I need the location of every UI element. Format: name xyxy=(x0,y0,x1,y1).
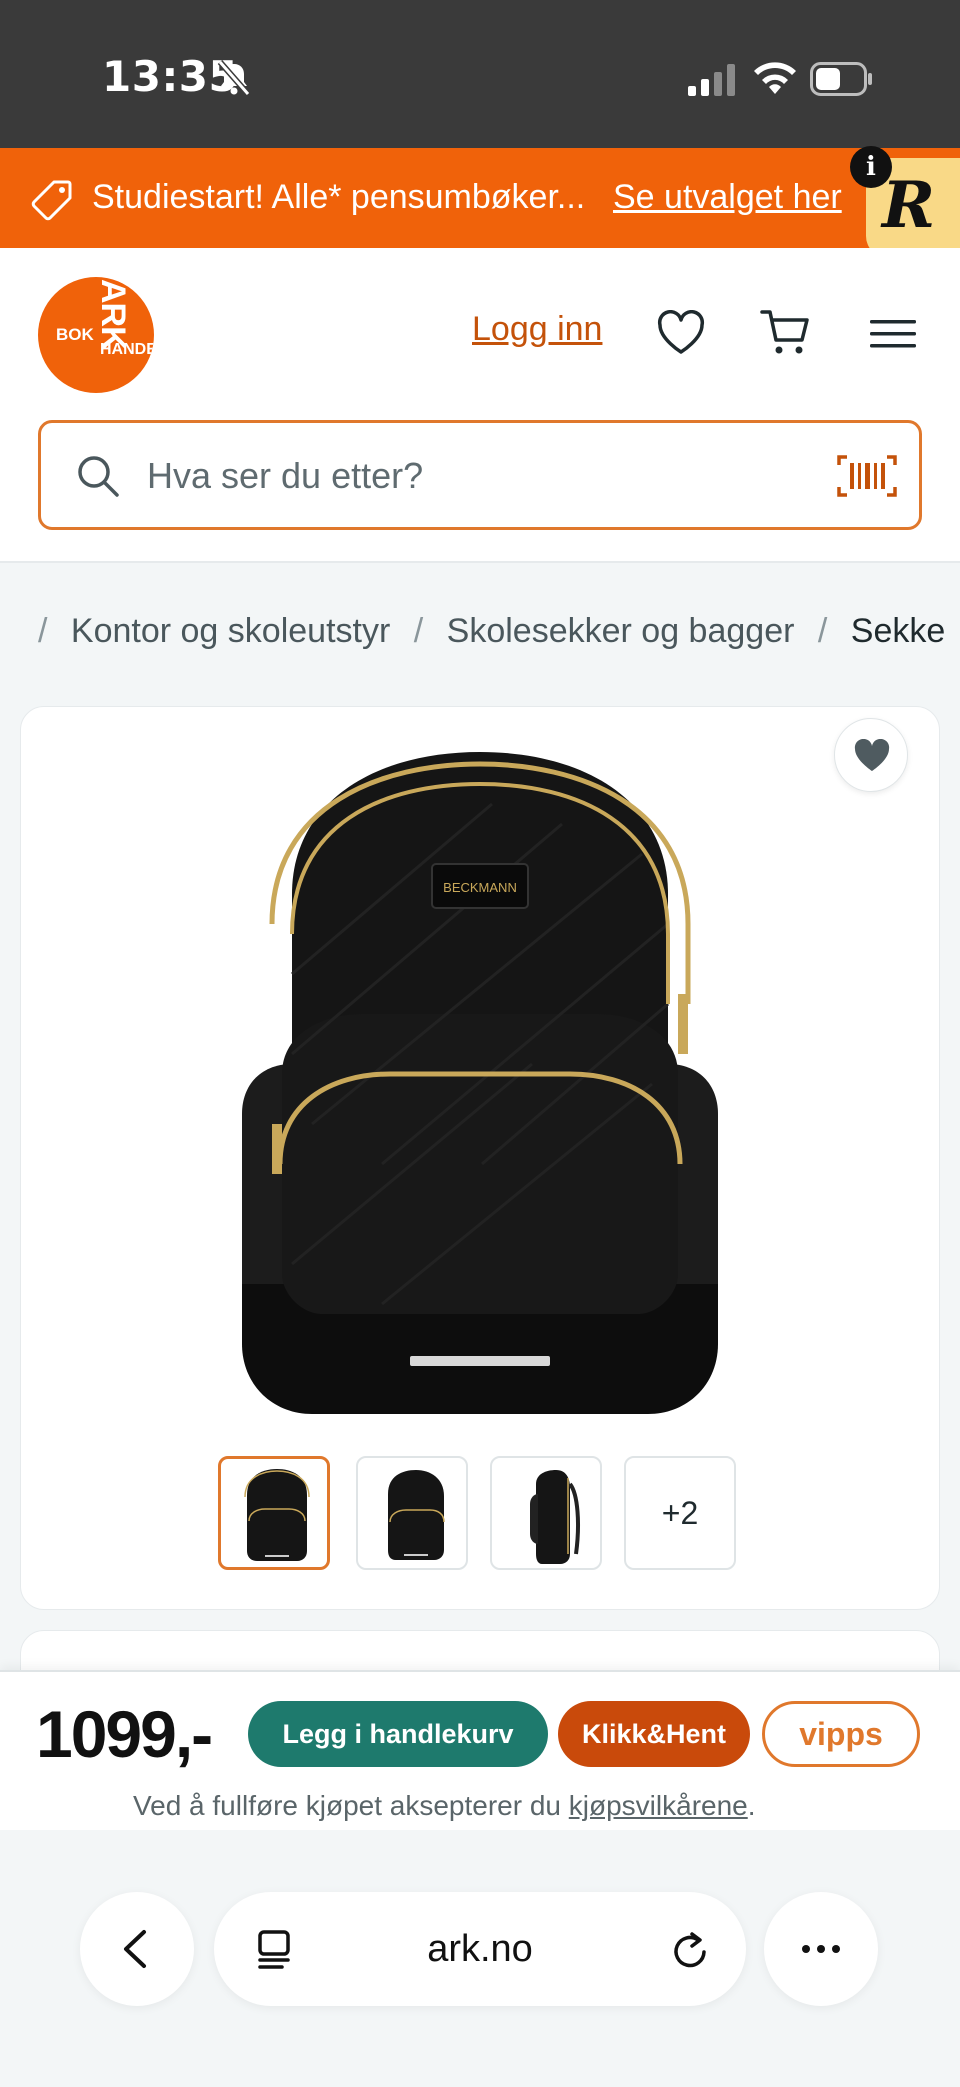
terms-prefix: Ved å fullføre kjøpet aksepterer du xyxy=(133,1790,569,1821)
r-badge-letter: R xyxy=(882,168,936,243)
breadcrumb-item-bags[interactable]: Skolesekker og bagger xyxy=(447,612,795,650)
info-badge[interactable]: i xyxy=(850,146,892,188)
thumbnail-backpack-angle xyxy=(388,1470,445,1560)
thumbnail-side[interactable] xyxy=(490,1456,602,1570)
thumbnail-angle[interactable] xyxy=(356,1456,468,1570)
thumbnail-more[interactable]: +2 xyxy=(624,1456,736,1570)
address-bar[interactable]: ark.no xyxy=(214,1892,746,2006)
promo-banner: Studiestart! Alle* pensumbøker... Se utv… xyxy=(0,148,960,248)
thumbnail-front[interactable] xyxy=(218,1456,330,1570)
breadcrumb-separator: / xyxy=(413,612,424,650)
back-button[interactable] xyxy=(80,1892,194,2006)
status-bar: 13:35 xyxy=(0,0,960,148)
terms-link[interactable]: kjøpsvilkårene xyxy=(569,1790,748,1821)
wifi-icon xyxy=(754,62,796,94)
promo-text: Studiestart! Alle* pensumbøker... xyxy=(92,178,586,216)
favorite-button[interactable] xyxy=(834,718,908,792)
bell-off-icon xyxy=(217,60,251,96)
vipps-button[interactable]: vipps xyxy=(762,1701,920,1767)
terms-suffix: . xyxy=(747,1790,756,1821)
breadcrumb-item-office[interactable]: Kontor og skoleutstyr xyxy=(71,612,390,650)
reload-icon[interactable] xyxy=(668,1928,712,1972)
barcode-icon[interactable] xyxy=(837,453,897,499)
url-text: ark.no xyxy=(427,1928,533,1970)
thumbnail-backpack-side xyxy=(530,1470,580,1564)
brand-label: BECKMANN xyxy=(443,880,517,895)
cart-icon[interactable] xyxy=(760,308,812,358)
logo-text: ARK xyxy=(94,279,132,350)
battery-icon xyxy=(810,62,872,96)
click-and-collect-button[interactable]: Klikk&Hent xyxy=(558,1701,750,1767)
tag-icon xyxy=(31,180,72,221)
back-icon xyxy=(124,1930,146,1968)
heart-icon[interactable] xyxy=(656,310,706,356)
ark-logo[interactable]: ARK BOK HANDEL xyxy=(38,277,154,393)
heart-filled-icon xyxy=(854,739,890,771)
breadcrumb-separator: / xyxy=(817,612,828,650)
breadcrumb-item-backpacks[interactable]: Sekke xyxy=(851,612,946,650)
login-link[interactable]: Logg inn xyxy=(472,310,602,349)
product-image-backpack[interactable]: BECKMANN xyxy=(232,744,728,1420)
promo-link[interactable]: Se utvalget her xyxy=(613,178,842,217)
more-button[interactable] xyxy=(764,1892,878,2006)
search-input[interactable]: Hva ser du etter? xyxy=(147,455,423,497)
price: 1099,- xyxy=(36,1697,213,1771)
menu-icon[interactable] xyxy=(868,316,918,352)
more-icon xyxy=(802,1945,840,1953)
search-box[interactable]: Hva ser du etter? xyxy=(38,420,922,530)
logo-sub-bok: BOK xyxy=(56,325,94,344)
signal-icon xyxy=(688,64,735,96)
thumbnail-backpack-front xyxy=(244,1469,310,1561)
logo-sub-handel: HANDEL xyxy=(100,341,154,358)
terms-text: Ved å fullføre kjøpet aksepterer du kjøp… xyxy=(133,1790,756,1822)
breadcrumb: / Kontor og skoleutstyr / Skolesekker og… xyxy=(38,612,945,651)
add-to-cart-button[interactable]: Legg i handlekurv xyxy=(248,1701,548,1767)
breadcrumb-separator: / xyxy=(38,612,48,650)
search-icon xyxy=(78,456,119,497)
